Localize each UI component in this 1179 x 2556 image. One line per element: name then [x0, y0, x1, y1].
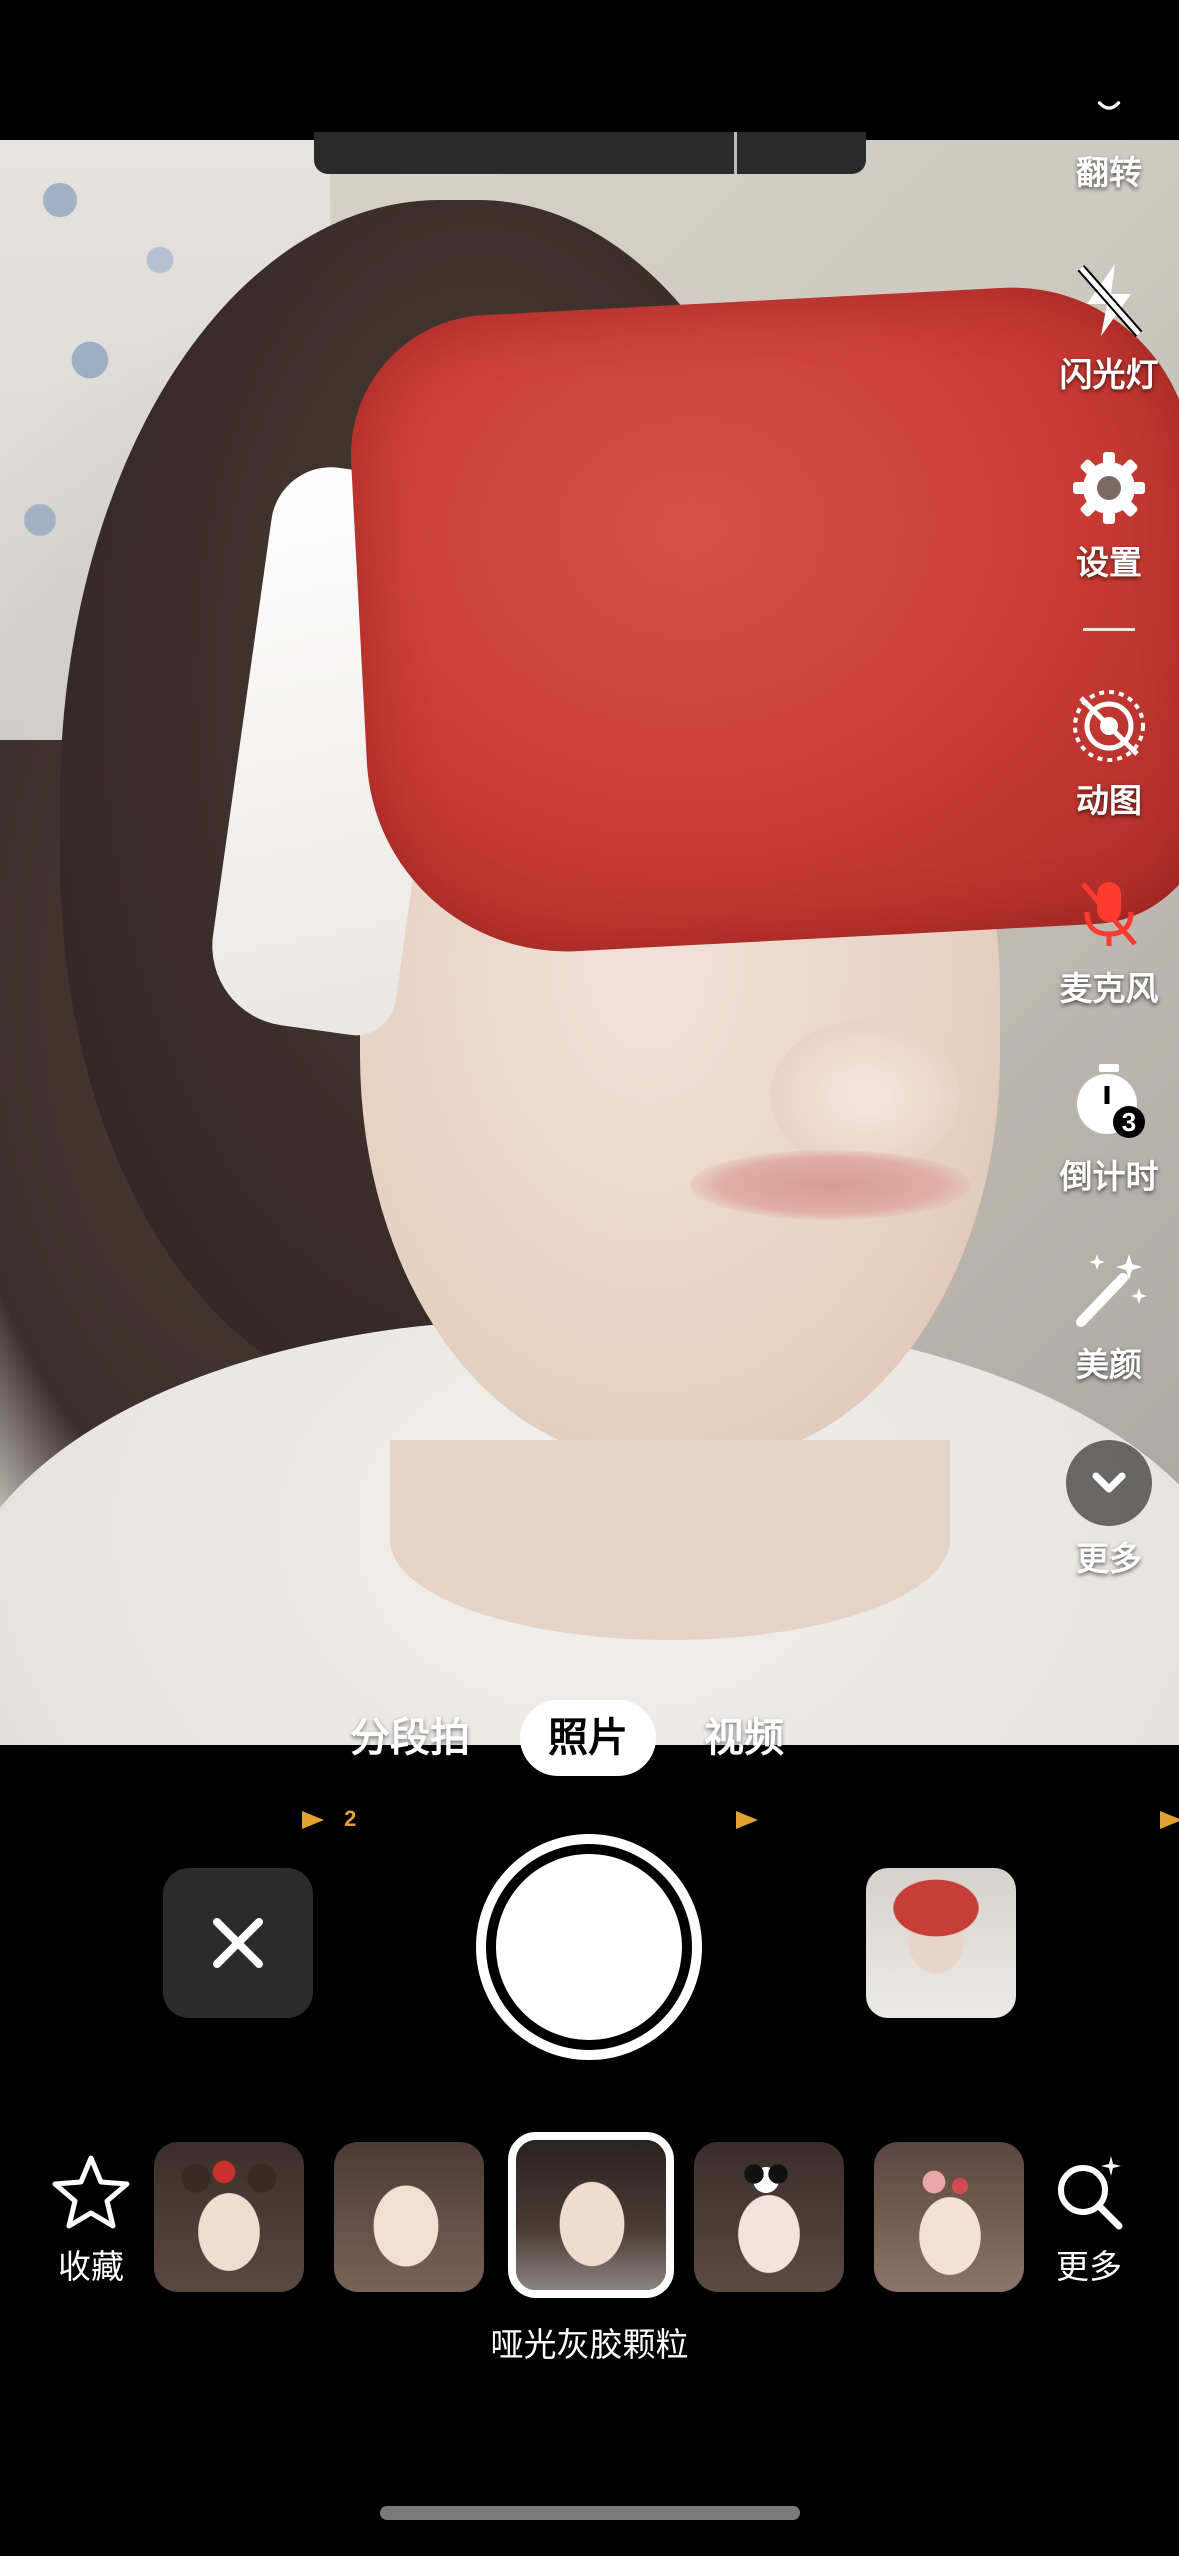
- nose: [770, 1020, 960, 1170]
- home-indicator[interactable]: [380, 2506, 800, 2520]
- more-circle: [1066, 1440, 1152, 1526]
- live-photo-button[interactable]: 动图: [1039, 684, 1179, 822]
- beauty-wand-icon: [1076, 1254, 1147, 1327]
- selected-effect-name: 哑光灰胶颗粒: [490, 2326, 689, 2363]
- toolbar-divider: [1083, 628, 1135, 631]
- mic-off-icon: [1081, 882, 1137, 946]
- live-photo-label: 动图: [1076, 782, 1142, 819]
- hint-arrow-icon: [1160, 1811, 1179, 1830]
- beauty-label: 美颜: [1076, 1346, 1142, 1383]
- effect-thumb-panda[interactable]: [694, 2142, 844, 2292]
- hint-marker: [736, 1806, 758, 1832]
- effects-row: 收藏 更多: [0, 2130, 1179, 2300]
- lips: [690, 1150, 970, 1220]
- timer-icon: 3: [1077, 1064, 1145, 1138]
- mode-photo[interactable]: 照片: [520, 1700, 656, 1776]
- effect-thumb-bear[interactable]: [154, 2142, 304, 2292]
- star-icon: [52, 2155, 130, 2229]
- live-photo-off-icon: [1073, 690, 1145, 762]
- hint-arrow-icon: [736, 1811, 758, 1830]
- neck: [390, 1440, 950, 1640]
- shutter-button[interactable]: [476, 1834, 702, 2060]
- settings-button[interactable]: 设置: [1039, 446, 1179, 584]
- effect-preview: [694, 2142, 844, 2292]
- close-icon: [213, 1918, 263, 1968]
- hint-count: 2: [344, 1806, 357, 1831]
- timer-badge: 3: [1122, 1107, 1136, 1137]
- mode-selector: 分段拍 照片 视频: [0, 1700, 1179, 1780]
- pill-divider: [734, 132, 737, 174]
- effect-thumb-natural[interactable]: [334, 2142, 484, 2292]
- effect-thumb-bunny[interactable]: [874, 2142, 1024, 2292]
- flash-label: 闪光灯: [1059, 356, 1159, 393]
- effect-preview: [154, 2142, 304, 2292]
- settings-label: 设置: [1076, 544, 1142, 581]
- camera-preview[interactable]: [0, 140, 1179, 1745]
- mode-video[interactable]: 视频: [704, 1700, 784, 1776]
- effects-more-button[interactable]: 更多: [1034, 2150, 1144, 2288]
- more-tools-button[interactable]: 更多: [1039, 1440, 1179, 1580]
- effect-preview: [516, 2140, 666, 2290]
- hint-arrow-icon: [302, 1811, 324, 1830]
- hint-marker-edge: [1160, 1806, 1179, 1832]
- mode-segment[interactable]: 分段拍: [350, 1700, 470, 1776]
- gallery-thumbnail[interactable]: [866, 1868, 1016, 2018]
- search-sparkle-icon: [1058, 2156, 1123, 2230]
- chevron-down-icon: [1092, 1472, 1126, 1493]
- flash-off-icon: [1077, 264, 1143, 337]
- favorites-button[interactable]: 收藏: [36, 2150, 146, 2288]
- gear-icon: [1073, 452, 1145, 524]
- beauty-button[interactable]: 美颜: [1039, 1248, 1179, 1386]
- flip-camera-icon: [1097, 101, 1121, 110]
- flash-button[interactable]: 闪光灯: [1039, 258, 1179, 396]
- top-status-pill: [314, 132, 866, 174]
- effect-thumb-matte-grain[interactable]: [508, 2132, 674, 2298]
- shutter-inner: [496, 1854, 682, 2040]
- effect-preview: [874, 2142, 1024, 2292]
- segment-hint: 2: [302, 1806, 356, 1832]
- effects-more-label: 更多: [1056, 2248, 1122, 2285]
- favorites-label: 收藏: [58, 2248, 124, 2285]
- mic-button[interactable]: 麦克风: [1039, 872, 1179, 1010]
- mic-label: 麦克风: [1059, 970, 1159, 1007]
- flip-button[interactable]: 翻转: [1039, 100, 1179, 194]
- flip-label: 翻转: [1076, 154, 1142, 191]
- effect-preview: [334, 2142, 484, 2292]
- timer-label: 倒计时: [1059, 1158, 1159, 1195]
- more-tools-label: 更多: [1076, 1540, 1142, 1577]
- close-button[interactable]: [163, 1868, 313, 2018]
- timer-button[interactable]: 3 倒计时: [1039, 1060, 1179, 1198]
